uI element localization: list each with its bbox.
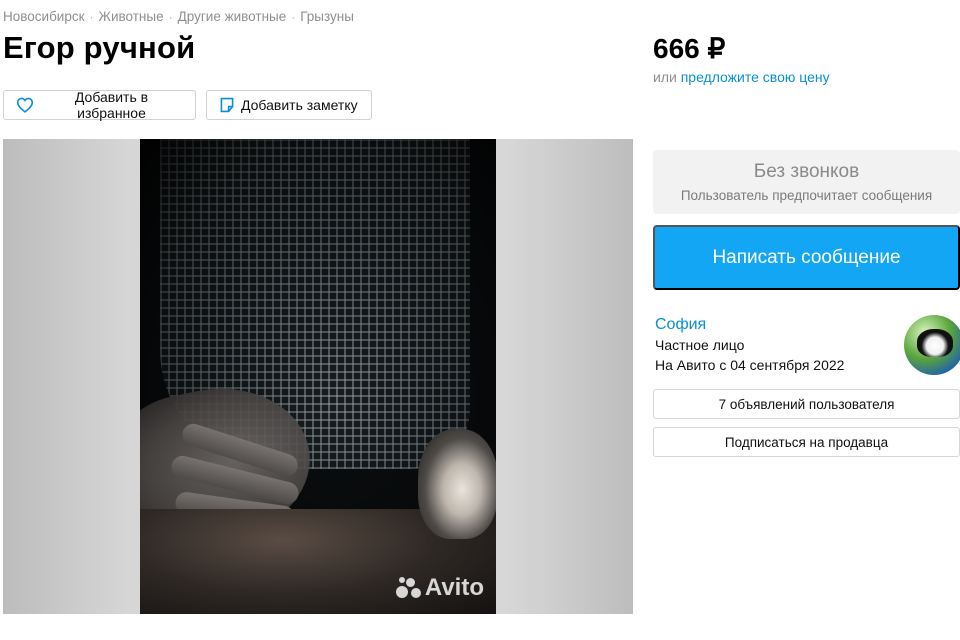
breadcrumb: Новосибирск · Животные · Другие животные… bbox=[3, 9, 354, 24]
breadcrumb-separator: · bbox=[168, 9, 173, 24]
seller-ads-button[interactable]: 7 объявлений пользователя bbox=[653, 389, 960, 419]
no-calls-notice: Без звонков Пользователь предпочитает со… bbox=[653, 150, 960, 214]
photo-gallery[interactable]: Avito bbox=[3, 139, 633, 614]
add-note-button[interactable]: Добавить заметку bbox=[206, 90, 372, 120]
seller-avatar[interactable] bbox=[904, 315, 960, 375]
watermark-text: Avito bbox=[424, 574, 484, 601]
breadcrumb-city[interactable]: Новосибирск bbox=[3, 9, 85, 24]
listing-title: Егор ручной bbox=[3, 30, 196, 65]
heart-icon bbox=[16, 97, 34, 113]
no-calls-title: Без звонков bbox=[753, 161, 860, 182]
seller-since: На Авито с 04 сентября 2022 bbox=[655, 357, 845, 373]
write-message-button[interactable]: Написать сообщение bbox=[653, 225, 960, 290]
listing-price: 666 ₽ bbox=[653, 33, 726, 64]
add-note-label: Добавить заметку bbox=[241, 97, 358, 113]
add-to-favorites-button[interactable]: Добавить в избранное bbox=[3, 89, 196, 121]
price-offer: или предложите свою цену bbox=[653, 69, 830, 85]
no-calls-subtitle: Пользователь предпочитает сообщения bbox=[680, 188, 933, 203]
breadcrumb-separator: · bbox=[291, 9, 296, 24]
add-to-favorites-label: Добавить в избранное bbox=[74, 89, 149, 121]
avito-logo-icon bbox=[395, 576, 422, 600]
breadcrumb-separator: · bbox=[89, 9, 94, 24]
note-icon bbox=[220, 97, 234, 113]
breadcrumb-animals[interactable]: Животные bbox=[99, 9, 164, 24]
suggest-price-link[interactable]: предложите свою цену bbox=[681, 69, 830, 85]
avatar-cat-image bbox=[917, 329, 953, 357]
seller-name-link[interactable]: София bbox=[655, 316, 706, 334]
listing-photo[interactable]: Avito bbox=[140, 139, 496, 614]
breadcrumb-other-animals[interactable]: Другие животные bbox=[178, 9, 287, 24]
subscribe-seller-button[interactable]: Подписаться на продавца bbox=[653, 427, 960, 457]
photo-watermark: Avito bbox=[395, 574, 484, 602]
photo-rat bbox=[418, 429, 496, 539]
price-offer-prefix: или bbox=[653, 69, 677, 85]
breadcrumb-rodents[interactable]: Грызуны bbox=[300, 9, 354, 24]
seller-type: Частное лицо bbox=[655, 337, 745, 353]
